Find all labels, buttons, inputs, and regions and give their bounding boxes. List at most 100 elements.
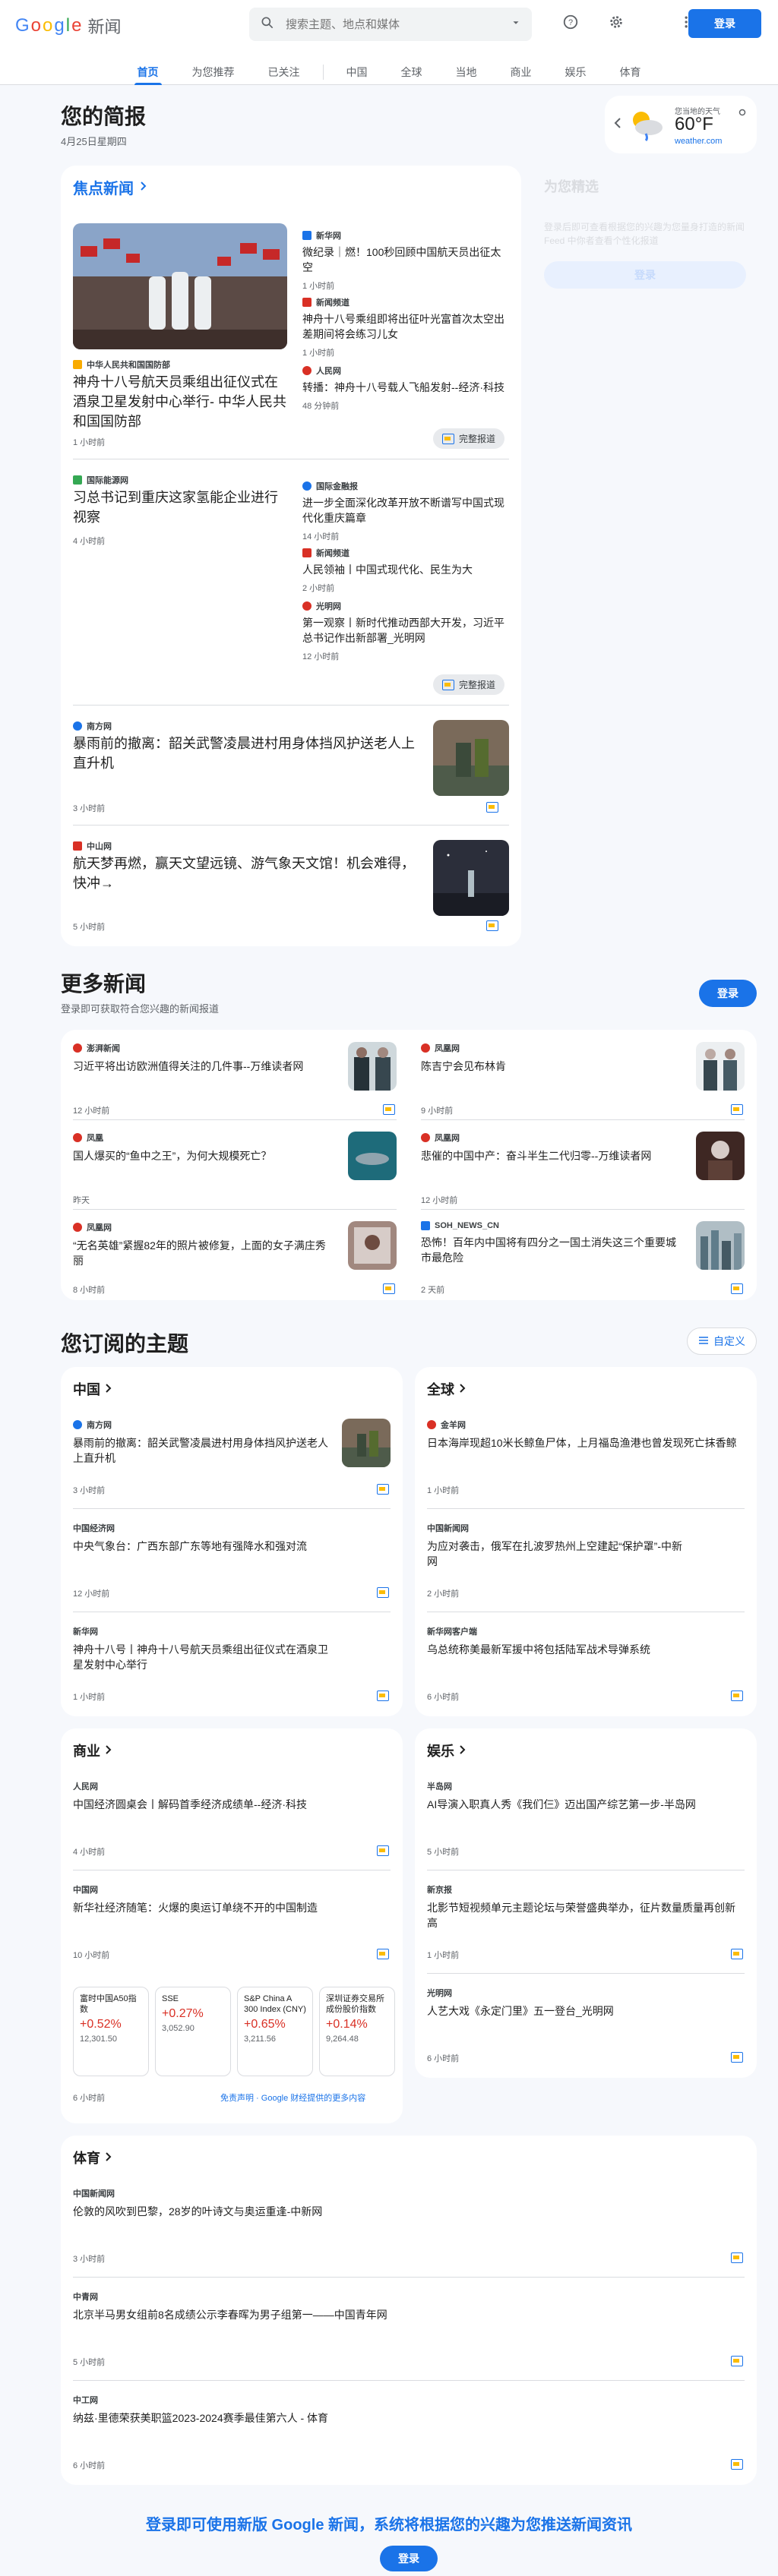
full-coverage-icon[interactable] [377, 1587, 389, 1598]
list-item[interactable]: 南方网 暴雨前的撤离：韶关武警凌晨进村用身体挡风护送老人上直升机 3 小时前 [73, 1419, 391, 1502]
full-coverage-icon[interactable] [731, 1104, 743, 1115]
full-coverage-icon[interactable] [377, 1484, 389, 1495]
signin-button[interactable]: 登录 [688, 9, 761, 38]
list-item[interactable]: 新华网 神舟十八号丨神舟十八号航天员乘组出征仪式在酒泉卫星发射中心举行 1 小时… [73, 1625, 391, 1709]
story-image[interactable] [696, 1132, 745, 1180]
tab-entertainment[interactable]: 娱乐 [549, 59, 603, 85]
full-coverage-icon[interactable] [731, 2459, 743, 2470]
gear-icon[interactable] [605, 11, 628, 33]
list-item[interactable]: 人民网 中国经济圆桌会丨解码首季经济成绩单--经济·科技 4 小时前 [73, 1780, 391, 1864]
story-title[interactable]: 中国经济圆桌会丨解码首季经济成绩单--经济·科技 [73, 1797, 331, 1812]
tab-china[interactable]: 中国 [330, 59, 384, 85]
story-title[interactable]: 悲催的中国中产：奋斗半生二代归零--万维读者网 [421, 1148, 679, 1163]
list-item[interactable]: 新闻频道 神舟十八号乘组即将出征叶光富首次太空出差期间将会练习儿女 1 小时前 [302, 296, 509, 365]
full-coverage-icon[interactable] [731, 1690, 743, 1701]
google-news-logo[interactable]: Google 新闻 [15, 14, 121, 38]
list-item[interactable]: 光明网 人艺大戏《永定门里》五一登台_光明网 6 小时前 [427, 1987, 745, 2070]
list-item[interactable]: 中国网 新华社经济随笔：火爆的奥运订单绕不开的中国制造 10 小时前 [73, 1883, 391, 1967]
list-item[interactable]: 中青网 北京半马男女组前8名成绩公示李春晖为男子组第一——中国青年网 5 小时前 [73, 2290, 745, 2374]
list-item[interactable]: 凤凰网 陈吉宁会见布林肯 9 小时前 [421, 1042, 745, 1118]
list-item[interactable]: 凤凰网 “无名英雄”紧握82年的照片被修复，上面的女子满庄秀丽 8 小时前 [73, 1221, 397, 1297]
more-news-signin-button[interactable]: 登录 [699, 980, 757, 1007]
story-title[interactable]: 纳兹·里德荣获美职篮2023-2024赛季最佳第六人 - 体育 [73, 2410, 745, 2426]
story-title[interactable]: 神舟十八号丨神舟十八号航天员乘组出征仪式在酒泉卫星发射中心举行 [73, 1642, 331, 1672]
full-coverage-icon[interactable] [731, 2052, 743, 2063]
topic-link-entertainment[interactable]: 娱乐 [427, 1741, 466, 1760]
full-coverage-icon[interactable] [383, 1283, 395, 1294]
night-sky-image[interactable] [433, 840, 509, 916]
story-title[interactable]: 乌总统称美最新军援中将包括陆军战术导弹系统 [427, 1642, 701, 1657]
tab-for-you[interactable]: 为您推荐 [176, 59, 251, 85]
story-image[interactable] [348, 1132, 397, 1180]
more-vert-icon[interactable] [738, 106, 746, 120]
full-coverage-button[interactable]: 完整报道 [433, 674, 505, 695]
weather-widget[interactable]: 您当地的天气 60°F weather.com [605, 96, 757, 153]
tab-business[interactable]: 商业 [494, 59, 549, 85]
top-stories-link[interactable]: 焦点新闻 [73, 176, 147, 198]
rescue-image[interactable] [433, 720, 509, 796]
story-image[interactable] [342, 1419, 391, 1467]
story-title[interactable]: 人艺大戏《永定门里》五一登台_光明网 [427, 2003, 701, 2019]
story-title[interactable]: 伦敦的风吹到巴黎，28岁的叶诗文与奥运重逢-中新网 [73, 2204, 745, 2219]
tab-sports[interactable]: 体育 [603, 59, 658, 85]
full-coverage-button[interactable]: 完整报道 [433, 428, 505, 449]
list-item[interactable]: 新华网客户端 乌总统称美最新军援中将包括陆军战术导弹系统 6 小时前 [427, 1625, 745, 1709]
story-image[interactable] [348, 1042, 397, 1091]
story-title[interactable]: 暴雨前的撤离：韶关武警凌晨进村用身体挡风护送老人上直升机 [73, 734, 422, 773]
topic-link-world[interactable]: 全球 [427, 1379, 466, 1399]
chevron-left-icon[interactable] [614, 117, 621, 133]
full-coverage-icon[interactable] [377, 1690, 389, 1701]
footer-signin-button[interactable]: 登录 [380, 2546, 438, 2571]
story-image[interactable] [348, 1221, 397, 1270]
story-title[interactable]: 国人爆买的“鱼中之王”，为何大规模死亡？ [73, 1148, 331, 1163]
list-item[interactable]: 国际金融报 进一步全面深化改革开放不断谱写中国式现代化重庆篇章 14 小时前 [302, 480, 509, 547]
list-item[interactable]: 中国新闻网 为应对袭击，俄军在扎波罗热州上空建起“保护罩”-中新网 2 小时前 [427, 1522, 745, 1605]
story-title[interactable]: 人民领袖丨中国式现代化、民生为大 [302, 562, 509, 577]
full-coverage-icon[interactable] [377, 1845, 389, 1856]
topic-link-business[interactable]: 商业 [73, 1741, 112, 1760]
market-chip[interactable]: S&P China A 300 Index (CNY) +0.65% 3,211.5… [237, 1987, 313, 2076]
topic-link-china[interactable]: 中国 [73, 1379, 112, 1399]
story-title[interactable]: 恐怖！百年内中国将有四分之一国土消失这三个重要城市最危险 [421, 1235, 679, 1265]
list-item[interactable]: 金羊网 日本海岸现超10米长鲸鱼尸体，上月福岛渔港也曾发现死亡抹香鲸 1 小时前 [427, 1419, 745, 1502]
story-title[interactable]: 新华社经济随笔：火爆的奥运订单绕不开的中国制造 [73, 1900, 346, 1915]
story-title[interactable]: 习近平将出访欧洲值得关注的几件事--万维读者网 [73, 1059, 331, 1074]
story-title[interactable]: 陈吉宁会见布林肯 [421, 1059, 679, 1074]
list-item[interactable]: 澎湃新闻 习近平将出访欧洲值得关注的几件事--万维读者网 12 小时前 [73, 1042, 397, 1118]
tab-following[interactable]: 已关注 [251, 59, 317, 85]
tab-world[interactable]: 全球 [384, 59, 439, 85]
market-chip[interactable]: SSE +0.27% 3,052.90 [155, 1987, 231, 2076]
list-item[interactable]: 中国经济网 中央气象台：广西东部广东等地有强降水和强对流 12 小时前 [73, 1522, 391, 1605]
story-title[interactable]: 转播：神舟十八号载人飞船发射--经济·科技 [302, 380, 509, 395]
list-item[interactable]: 光明网 第一观察丨新时代推动西部大开发，习近平总书记作出新部署_光明网 12 小… [302, 600, 509, 667]
list-item[interactable]: 新华网 微纪录｜燃！100秒回顾中国航天员出征太空 1 小时前 [302, 229, 509, 296]
full-coverage-icon[interactable] [383, 1104, 395, 1115]
story-title[interactable]: 进一步全面深化改革开放不断谱写中国式现代化重庆篇章 [302, 495, 509, 526]
list-item[interactable]: 中国新闻网 伦敦的风吹到巴黎，28岁的叶诗文与奥运重逢-中新网 3 小时前 [73, 2187, 745, 2271]
list-item[interactable]: SOH_NEWS_CN 恐怖！百年内中国将有四分之一国土消失这三个重要城市最危险… [421, 1221, 745, 1297]
full-coverage-icon[interactable] [731, 1283, 743, 1294]
list-item[interactable]: 人民网 转播：神舟十八号载人飞船发射--经济·科技 48 分钟前 [302, 365, 509, 411]
story-title[interactable]: 为应对袭击，俄军在扎波罗热州上空建起“保护罩”-中新网 [427, 1539, 685, 1569]
search-input[interactable] [286, 17, 500, 31]
story-title[interactable]: 第一观察丨新时代推动西部大开发，习近平总书记作出新部署_光明网 [302, 615, 509, 646]
story-title[interactable]: 神舟十八号航天员乘组出征仪式在酒泉卫星发射中心举行- 中华人民共和国国防部 [73, 372, 287, 431]
full-coverage-icon[interactable] [731, 2252, 743, 2263]
story-title[interactable]: 微纪录｜燃！100秒回顾中国航天员出征太空 [302, 245, 509, 275]
market-chip[interactable]: 深圳证券交易所成份股价指数 +0.14% 9,264.48 [319, 1987, 395, 2076]
story-title[interactable]: 中央气象台：广西东部广东等地有强降水和强对流 [73, 1539, 331, 1554]
finance-disclaimer-link[interactable]: 免责声明 · Google 财经提供的更多内容 [220, 2091, 365, 2104]
search-icon[interactable] [260, 15, 275, 34]
full-coverage-icon[interactable] [486, 802, 498, 813]
list-item[interactable]: 半岛网 AI导演入职真人秀《我们仨》迈出国产综艺第一步-半岛网 5 小时前 [427, 1780, 745, 1864]
tab-home[interactable]: 首页 [121, 59, 176, 85]
list-item[interactable]: 凤凰网 悲催的中国中产：奋斗半生二代归零--万维读者网 12 小时前 [421, 1132, 745, 1208]
list-item[interactable]: 新闻频道 人民领袖丨中国式现代化、民生为大 2 小时前 [302, 547, 509, 600]
customize-button[interactable]: 自定义 [687, 1327, 757, 1355]
search-bar[interactable] [249, 8, 532, 41]
market-chip[interactable]: 富时中国A50指数 +0.52% 12,301.50 [73, 1987, 149, 2076]
story-title[interactable]: 北影节短视频单元主题论坛与荣誉盛典举办，征片数量质量再创新高 [427, 1900, 738, 1930]
story-title[interactable]: 航天梦再燃，赢天文望远镜、游气象天文馆！机会难得，快冲→ [73, 854, 422, 893]
full-coverage-icon[interactable] [486, 920, 498, 931]
story-image[interactable] [696, 1221, 745, 1270]
